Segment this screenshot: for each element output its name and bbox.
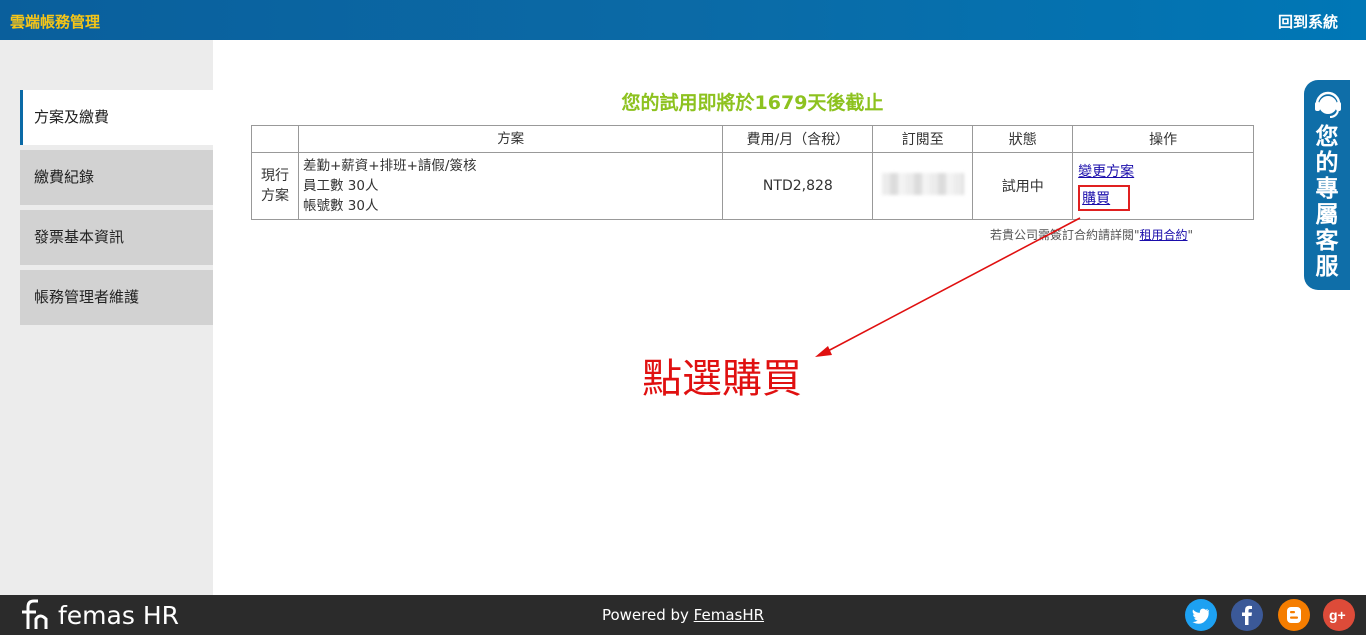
redacted-date [881, 173, 964, 195]
table-header-row: 方案 費用/月（含稅） 訂閱至 狀態 操作 [251, 125, 1254, 153]
column-header-plan: 方案 [297, 125, 724, 153]
change-plan-link[interactable]: 變更方案 [1078, 161, 1134, 181]
trial-expiry-message: 您的試用即將於1679天後截止 [621, 92, 884, 114]
lease-contract-link[interactable]: 租用合約 [1140, 228, 1188, 242]
powered-by-prefix: Powered by [601, 606, 694, 624]
headset-icon [1315, 91, 1341, 118]
contract-note: 若貴公司需簽訂合約請詳閱"租用合約" [990, 226, 1193, 243]
top-bar: 雲端帳務管理 回到系統 [0, 0, 1366, 40]
sidebar-item-label: 帳務管理者維護 [34, 288, 140, 306]
blogger-icon[interactable] [1278, 599, 1310, 631]
column-header-blank [251, 125, 299, 153]
back-to-system-link[interactable]: 回到系統 [1278, 11, 1338, 32]
sidebar: 方案及繳費 繳費紀錄 發票基本資訊 帳務管理者維護 [0, 40, 213, 595]
femashr-link[interactable]: FemasHR [694, 606, 764, 624]
app-title: 雲端帳務管理 [10, 13, 101, 31]
plan-details-cell: 差勤+薪資+排班+請假/簽核 員工數 30人 帳號數 30人 [297, 152, 724, 220]
plan-table: 方案 費用/月（含稅） 訂閱至 狀態 操作 現行方案 差勤+薪資+排班+請假/簽… [251, 125, 1254, 220]
customer-service-tab[interactable]: 您的專屬客服 [1304, 80, 1350, 290]
google-plus-icon[interactable]: g+ [1323, 599, 1355, 631]
footer: femas HR Powered by FemasHR g+ [0, 595, 1366, 635]
subscribed-until-cell [872, 152, 974, 220]
sidebar-item-label: 繳費紀錄 [34, 168, 95, 186]
svg-text:g+: g+ [1329, 607, 1346, 623]
powered-by: Powered by FemasHR [0, 606, 1366, 624]
sidebar-item-billing-admin[interactable]: 帳務管理者維護 [20, 270, 213, 325]
contract-note-suffix: " [1187, 228, 1194, 242]
annotation-click-buy: 點選購買 [642, 356, 802, 402]
buy-highlight-box: 購買 [1078, 185, 1131, 211]
plan-account-count: 帳號數 30人 [302, 198, 379, 214]
monthly-fee: NTD2,828 [722, 152, 874, 220]
plan-modules: 差勤+薪資+排班+請假/簽核 [302, 158, 477, 174]
customer-service-label: 您的專屬客服 [1304, 124, 1350, 280]
current-plan-label: 現行方案 [251, 152, 299, 220]
customer-service-label-text: 您的專屬客服 [1315, 124, 1339, 280]
twitter-icon[interactable] [1185, 599, 1217, 631]
column-header-status: 狀態 [972, 125, 1074, 153]
sidebar-item-plan-and-payment[interactable]: 方案及繳費 [20, 90, 213, 145]
actions-cell: 變更方案 購買 [1072, 152, 1254, 220]
contract-note-prefix: 若貴公司需簽訂合約請詳閱" [990, 228, 1140, 242]
sidebar-item-label: 方案及繳費 [34, 108, 110, 126]
facebook-icon[interactable] [1231, 599, 1263, 631]
column-header-subscribed-until: 訂閱至 [872, 125, 974, 153]
sidebar-item-invoice-info[interactable]: 發票基本資訊 [20, 210, 213, 265]
table-row: 現行方案 差勤+薪資+排班+請假/簽核 員工數 30人 帳號數 30人 NTD2… [251, 152, 1254, 220]
column-header-actions: 操作 [1072, 125, 1254, 153]
current-plan-label-text: 現行方案 [260, 168, 289, 204]
column-header-fee: 費用/月（含稅） [722, 125, 874, 153]
sidebar-item-payment-history[interactable]: 繳費紀錄 [20, 150, 213, 205]
sidebar-item-label: 發票基本資訊 [34, 228, 125, 246]
plan-status: 試用中 [972, 152, 1074, 220]
plan-employee-count: 員工數 30人 [302, 178, 379, 194]
buy-link[interactable]: 購買 [1082, 188, 1110, 208]
